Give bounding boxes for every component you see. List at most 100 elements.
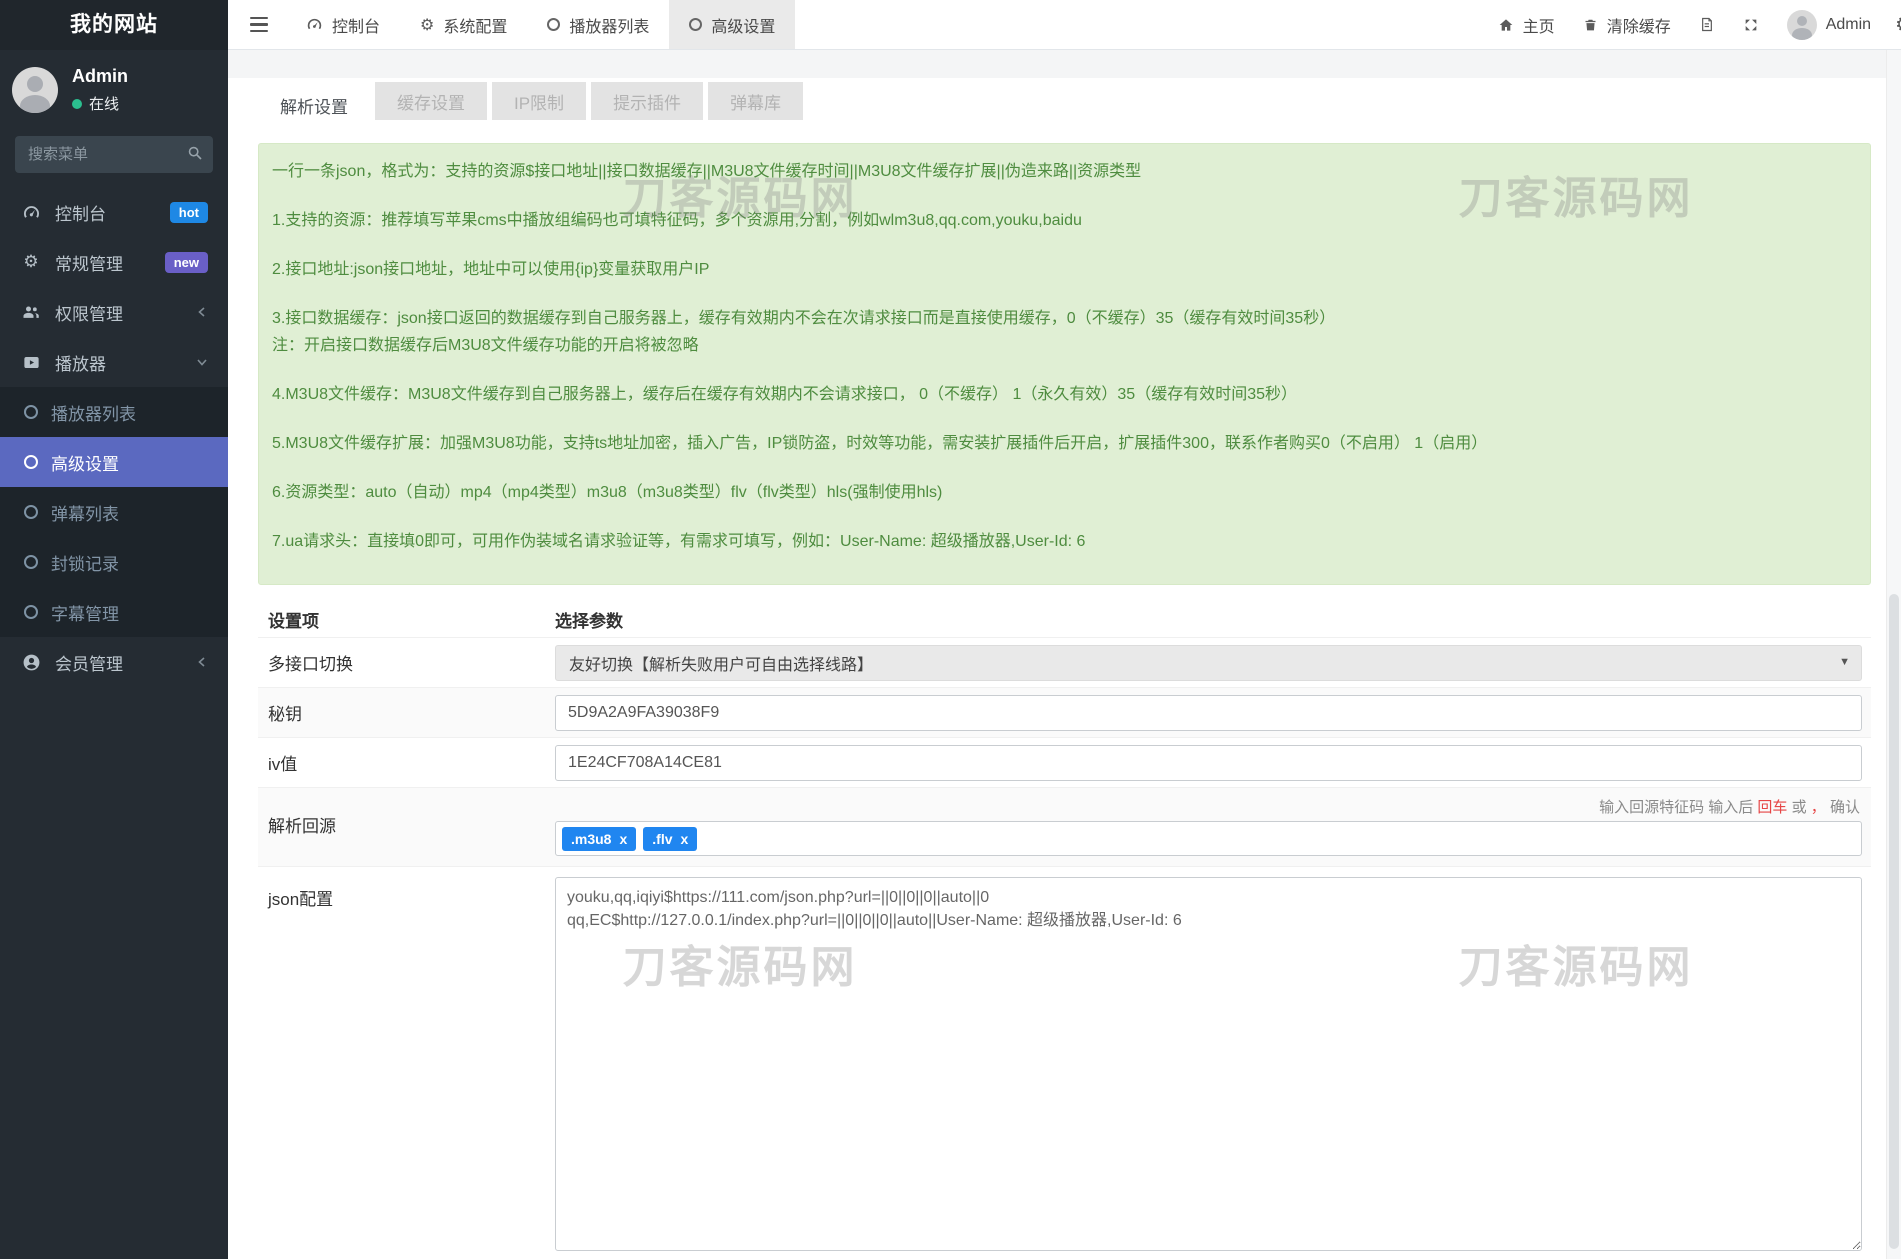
- topbar-tab-label: 控制台: [332, 18, 381, 36]
- field-label: 秘钥: [268, 705, 302, 724]
- clear-cache-button[interactable]: 清除缓存: [1569, 0, 1685, 49]
- sidebar-item-player-list[interactable]: 播放器列表: [0, 387, 228, 437]
- sidebar-item-subtitle[interactable]: 字幕管理: [0, 587, 228, 637]
- dashboard-icon: [306, 16, 323, 33]
- document-button[interactable]: [1685, 0, 1729, 49]
- fullscreen-button[interactable]: [1729, 0, 1773, 49]
- sidebar-item-advanced-settings[interactable]: 高级设置: [0, 437, 228, 487]
- trash-icon: [1583, 17, 1598, 33]
- column-header-setting: 设置项: [268, 611, 319, 631]
- sidebar-item-player[interactable]: 播放器: [0, 337, 228, 387]
- notice-line: 4.M3U8文件缓存：M3U8文件缓存到自己服务器上，缓存后在缓存有效期内不会请…: [272, 386, 1297, 403]
- tab-danmu-lib[interactable]: 弹幕库: [708, 82, 804, 120]
- home-button[interactable]: 主页: [1484, 0, 1569, 49]
- field-label: 解析回源: [268, 817, 336, 836]
- topbar: 控制台 ⚙ 系统配置 播放器列表 高级设置 主页 清除缓存 Admin: [228, 0, 1901, 50]
- json-config-textarea[interactable]: youku,qq,iqiyi$https://111.com/json.php?…: [555, 877, 1862, 1251]
- app-root: 我的网站 Admin 在线 控制台 hot: [0, 0, 1901, 1259]
- hot-badge: hot: [169, 201, 208, 223]
- user-status: 在线: [72, 93, 128, 114]
- gear-icon: ⚙: [420, 16, 435, 34]
- scrollbar-thumb[interactable]: [1889, 594, 1899, 1249]
- form-row-multi-switch: 多接口切换 友好切换【解析失败用户可自由选择线路】 ▼: [258, 637, 1871, 687]
- tab-cache-settings[interactable]: 缓存设置: [375, 82, 487, 120]
- origin-hint: 输入回源特征码 输入后 回车 或 ， 确认: [1599, 799, 1860, 816]
- user-name: Admin: [72, 66, 128, 86]
- home-icon: [1498, 17, 1514, 33]
- fullscreen-icon: [1743, 17, 1759, 33]
- settings-tabs: 解析设置 缓存设置 IP限制 提示插件 弹幕库: [258, 82, 1871, 128]
- notice-line: 1.支持的资源：推荐填写苹果cms中播放组编码也可填特征码，多个资源用,分割，例…: [272, 212, 1082, 229]
- search-input[interactable]: [15, 136, 213, 173]
- user-menu[interactable]: Admin: [1773, 0, 1885, 49]
- topbar-tab-advanced-settings[interactable]: 高级设置: [669, 0, 796, 49]
- page-scrollbar[interactable]: [1886, 50, 1901, 1259]
- sidebar-item-label: 高级设置: [51, 454, 119, 474]
- avatar: [12, 67, 58, 113]
- field-label: iv值: [268, 755, 298, 774]
- form-row-origin: 解析回源 输入回源特征码 输入后 回车 或 ， 确认 .m3u8 x .flv …: [258, 787, 1871, 866]
- sidebar-item-general[interactable]: ⚙ 常规管理 new: [0, 237, 228, 287]
- notice-line: 5.M3U8文件缓存扩展：加强M3U8功能，支持ts地址加密，插入广告，IP锁防…: [272, 435, 1488, 452]
- gears-icon: ⚙: [23, 252, 39, 271]
- comma-hint: ，: [1810, 799, 1826, 816]
- site-title: 我的网站: [0, 0, 228, 50]
- tab-ip-limit[interactable]: IP限制: [492, 82, 587, 120]
- new-badge: new: [164, 251, 208, 273]
- help-notice: 一行一条json，格式为：支持的资源$接口地址||接口数据缓存||M3U8文件缓…: [258, 143, 1871, 585]
- sidebar-item-label: 封锁记录: [51, 554, 119, 574]
- form-row-iv: iv值: [258, 737, 1871, 787]
- sidebar-item-label: 播放器列表: [51, 404, 136, 424]
- sidebar-item-member[interactable]: 会员管理: [0, 637, 228, 687]
- tab-tip-plugin[interactable]: 提示插件: [591, 82, 704, 120]
- circle-icon: [24, 455, 38, 469]
- notice-line: 2.接口地址:json接口地址，地址中可以使用{ip}变量获取用户IP: [272, 261, 710, 278]
- member-icon: [20, 653, 42, 672]
- topbar-right: 主页 清除缓存 Admin: [1484, 0, 1901, 49]
- circle-icon: [24, 405, 38, 419]
- online-dot-icon: [72, 98, 82, 109]
- origin-tags-input[interactable]: .m3u8 x .flv x: [555, 821, 1862, 856]
- sidebar-item-label: 控制台: [55, 204, 106, 224]
- users-icon: [20, 302, 42, 322]
- column-header-param: 选择参数: [555, 611, 623, 631]
- player-icon: [20, 353, 42, 372]
- topbar-tab-player-list[interactable]: 播放器列表: [527, 0, 669, 49]
- sidebar-item-danmu-list[interactable]: 弹幕列表: [0, 487, 228, 537]
- sidebar-item-label: 常规管理: [55, 254, 123, 274]
- sidebar: 我的网站 Admin 在线 控制台 hot: [0, 0, 228, 1259]
- topbar-user-label: Admin: [1825, 15, 1872, 33]
- form-header-row: 设置项 选择参数: [258, 601, 1871, 637]
- multi-switch-select[interactable]: 友好切换【解析失败用户可自由选择线路】: [555, 644, 1862, 681]
- chevron-left-icon: [196, 656, 208, 668]
- settings-icon[interactable]: ⚙: [1885, 0, 1901, 49]
- topbar-tab-label: 高级设置: [711, 18, 776, 36]
- clear-cache-label: 清除缓存: [1606, 18, 1671, 36]
- sidebar-item-permission[interactable]: 权限管理: [0, 287, 228, 337]
- sidebar-item-label: 会员管理: [55, 654, 123, 674]
- tag-remove-button[interactable]: x: [619, 831, 627, 847]
- dashboard-icon: [20, 203, 42, 222]
- menu-toggle-icon[interactable]: [228, 0, 286, 49]
- circle-icon: [24, 555, 38, 569]
- sidebar-item-console[interactable]: 控制台 hot: [0, 187, 228, 237]
- tag-remove-button[interactable]: x: [681, 831, 689, 847]
- circle-icon: [689, 18, 703, 31]
- sidebar-item-label: 弹幕列表: [51, 504, 119, 524]
- topbar-tab-label: 系统配置: [443, 18, 508, 36]
- circle-icon: [547, 18, 561, 31]
- secret-key-input[interactable]: [555, 694, 1862, 731]
- notice-line: 一行一条json，格式为：支持的资源$接口地址||接口数据缓存||M3U8文件缓…: [272, 163, 1142, 180]
- search-icon: [187, 145, 203, 161]
- sidebar-item-block-log[interactable]: 封锁记录: [0, 537, 228, 587]
- topbar-tab-system-config[interactable]: ⚙ 系统配置: [400, 0, 527, 49]
- chevron-down-icon: [196, 356, 208, 368]
- iv-value-input[interactable]: [555, 744, 1862, 781]
- notice-line: 7.ua请求头：直接填0即可，可用作伪装域名请求验证等，有需求可填写，例如：Us…: [272, 533, 1086, 550]
- topbar-tab-label: 播放器列表: [569, 18, 650, 36]
- document-icon: [1699, 16, 1715, 33]
- topbar-tab-console[interactable]: 控制台: [286, 0, 400, 49]
- form-row-json: json配置 youku,qq,iqiyi$https://111.com/js…: [258, 866, 1871, 1256]
- field-label: 多接口切换: [268, 655, 353, 674]
- tab-parse-settings[interactable]: 解析设置: [258, 82, 370, 128]
